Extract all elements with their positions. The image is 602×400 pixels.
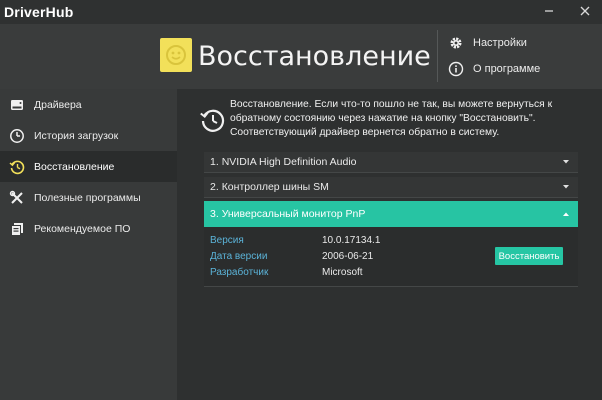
settings-menu-item[interactable]: Настройки bbox=[448, 33, 527, 53]
chevron-down-icon bbox=[563, 160, 569, 164]
about-menu-item[interactable]: О программе bbox=[448, 59, 540, 79]
gear-icon bbox=[450, 37, 462, 49]
minimize-icon bbox=[545, 10, 553, 12]
chevron-up-icon bbox=[563, 212, 569, 216]
info-text: Восстановление. Если что-то пошло не так… bbox=[230, 99, 553, 138]
drive-icon bbox=[0, 89, 34, 120]
driver-accordion-header[interactable]: 3. Универсальный монитор PnP bbox=[204, 201, 578, 227]
driver-details: Версия 10.0.17134.1 Дата версии 2006-06-… bbox=[204, 227, 578, 287]
chevron-down-icon bbox=[563, 185, 569, 189]
date-label: Дата версии bbox=[210, 251, 268, 262]
driver-name: Универсальный монитор PnP bbox=[221, 208, 366, 220]
app-brand: DriverHub bbox=[4, 4, 74, 20]
close-icon bbox=[580, 6, 590, 16]
tools-icon bbox=[0, 182, 34, 213]
driver-name: Контроллер шины SM bbox=[221, 181, 329, 193]
minimize-button[interactable] bbox=[540, 2, 558, 20]
driver-index: 1. bbox=[210, 156, 219, 168]
restore-button[interactable]: Восстановить bbox=[495, 247, 563, 265]
sidebar-item-restore[interactable]: Восстановление bbox=[0, 151, 177, 182]
sidebar-item-label: Драйвера bbox=[34, 98, 82, 111]
header-divider bbox=[437, 30, 438, 82]
date-value: 2006-06-21 bbox=[322, 251, 374, 262]
restore-icon bbox=[0, 151, 34, 182]
smiley-logo-icon bbox=[160, 38, 192, 72]
driver-label: 2. Контроллер шины SM bbox=[210, 181, 329, 193]
restore-icon bbox=[200, 109, 225, 132]
driver-name: NVIDIA High Definition Audio bbox=[221, 156, 357, 168]
clock-icon bbox=[0, 120, 34, 151]
sidebar-item-download-history[interactable]: История загрузок bbox=[0, 120, 177, 151]
driverhub-window: DriverHub Восстановление Настройки О про… bbox=[0, 0, 602, 400]
close-button[interactable] bbox=[576, 2, 594, 20]
sidebar-item-recommended-software[interactable]: Рекомендуемое ПО bbox=[0, 213, 177, 244]
driver-label: 1. NVIDIA High Definition Audio bbox=[210, 156, 357, 168]
sidebar-item-useful-programs[interactable]: Полезные программы bbox=[0, 182, 177, 213]
info-icon bbox=[448, 61, 464, 77]
info-banner: Восстановление. Если что-то пошло не так… bbox=[177, 89, 602, 147]
sidebar-item-label: История загрузок bbox=[34, 129, 119, 142]
version-value: 10.0.17134.1 bbox=[322, 235, 381, 246]
driver-index: 2. bbox=[210, 181, 219, 193]
developer-value: Microsoft bbox=[322, 267, 363, 278]
software-icon bbox=[0, 213, 34, 244]
settings-label: Настройки bbox=[473, 37, 527, 49]
driver-index: 3. bbox=[210, 208, 219, 220]
main-content: Восстановление. Если что-то пошло не так… bbox=[177, 89, 602, 400]
sidebar-item-label: Полезные программы bbox=[34, 191, 141, 204]
title-bar: DriverHub bbox=[0, 0, 602, 24]
driver-accordion-item-expanded[interactable]: 3. Универсальный монитор PnP Версия 10.0… bbox=[204, 201, 578, 287]
driver-accordion-header[interactable]: 1. NVIDIA High Definition Audio bbox=[204, 152, 578, 173]
sidebar-item-drivers[interactable]: Драйвера bbox=[0, 89, 177, 120]
about-label: О программе bbox=[473, 63, 541, 75]
page-title: Восстановление bbox=[198, 41, 431, 72]
sidebar-item-label: Рекомендуемое ПО bbox=[34, 222, 131, 235]
driver-label: 3. Универсальный монитор PnP bbox=[210, 208, 365, 220]
developer-label: Разработчик bbox=[210, 267, 269, 278]
sidebar: Драйвера История загрузок Восстановление… bbox=[0, 89, 177, 400]
driver-accordion-header[interactable]: 2. Контроллер шины SM bbox=[204, 177, 578, 198]
driver-accordion-item[interactable]: 1. NVIDIA High Definition Audio bbox=[204, 152, 578, 173]
version-label: Версия bbox=[210, 235, 244, 246]
driver-accordion-item[interactable]: 2. Контроллер шины SM bbox=[204, 177, 578, 198]
sidebar-item-label: Восстановление bbox=[34, 160, 115, 173]
